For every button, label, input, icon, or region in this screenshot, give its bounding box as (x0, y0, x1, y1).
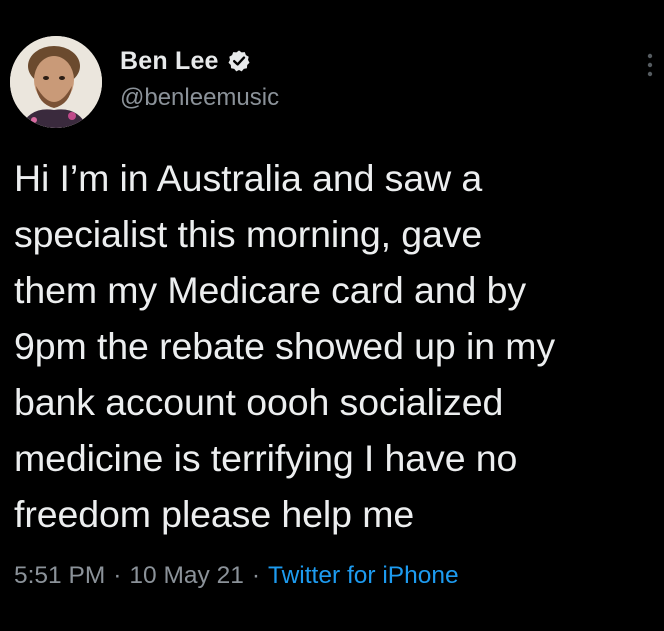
tweet-text: Hi I’m in Australia and saw a specialist… (14, 157, 556, 535)
tweet-meta: 5:51 PM · 10 May 21 · Twitter for iPhone (14, 562, 459, 590)
name-row: Ben Lee (120, 44, 251, 78)
tweet-date[interactable]: 10 May 21 (129, 562, 243, 590)
meta-separator: · (251, 562, 260, 589)
user-handle[interactable]: @benleemusic (120, 84, 279, 112)
avatar[interactable] (10, 36, 102, 128)
tweet-source-link[interactable]: Twitter for iPhone (268, 562, 459, 590)
verified-badge-icon (227, 49, 251, 73)
display-name[interactable]: Ben Lee (120, 47, 219, 76)
tweet-card: Ben Lee @benleemusic Hi I’m in Australia… (0, 0, 664, 631)
tweet-time[interactable]: 5:51 PM (14, 562, 105, 590)
meta-separator: · (113, 562, 122, 589)
more-options-icon[interactable] (643, 50, 657, 80)
avatar-photo-icon (10, 36, 102, 128)
